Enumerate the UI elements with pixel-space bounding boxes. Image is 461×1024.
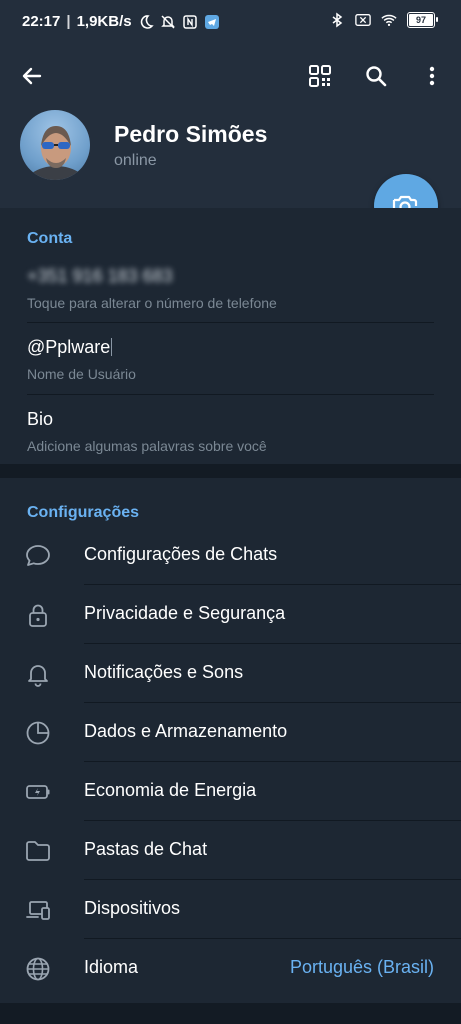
settings-item-power-saving[interactable]: Economia de Energia <box>0 762 461 821</box>
search-icon <box>366 66 387 87</box>
settings-item-devices[interactable]: Dispositivos <box>0 880 461 939</box>
bell-icon <box>28 665 48 687</box>
arrow-left-icon <box>22 67 42 85</box>
settings-item-chats[interactable]: Configurações de Chats <box>0 526 461 585</box>
back-button[interactable] <box>10 54 54 98</box>
profile-name: Pedro Simões <box>114 121 268 147</box>
nfc-icon <box>182 14 197 29</box>
username-hint: Nome de Usuário <box>27 366 136 382</box>
username-item[interactable]: @Pplware Nome de Usuário <box>0 323 461 394</box>
phone-number: +351 916 183 683 <box>27 266 173 286</box>
profile-status: online <box>114 152 157 169</box>
phone-number-hint: Toque para alterar o número de telefone <box>27 295 277 311</box>
globe-icon <box>26 957 50 981</box>
settings-section-title: Configurações <box>27 504 140 521</box>
no-sim-icon <box>355 14 371 26</box>
pie-chart-icon <box>26 721 50 745</box>
telegram-icon <box>204 14 219 29</box>
settings-item-chat-folders[interactable]: Pastas de Chat <box>0 821 461 880</box>
section-gap <box>0 464 461 478</box>
settings-item-label: Dados e Armazenamento <box>84 721 288 741</box>
settings-item-notifications[interactable]: Notificações e Sons <box>0 644 461 703</box>
settings-item-label: Configurações de Chats <box>84 544 278 564</box>
more-vertical-icon <box>429 66 435 86</box>
chat-bubble-icon <box>26 545 50 566</box>
settings-item-label: Notificações e Sons <box>84 662 244 682</box>
settings-item-label: Pastas de Chat <box>84 839 208 859</box>
search-button[interactable] <box>354 54 398 98</box>
username: @Pplware <box>27 337 113 358</box>
avatar[interactable] <box>20 110 90 180</box>
account-section: Conta +351 916 183 683 Toque para altera… <box>0 208 461 464</box>
status-time: 22:17 <box>22 13 61 30</box>
settings-item-label: Idioma <box>84 957 139 977</box>
bio-item[interactable]: Bio Adicione algumas palavras sobre você <box>0 395 461 464</box>
wifi-icon <box>381 14 397 27</box>
language-value: Português (Brasil) <box>289 957 434 977</box>
username-text: @Pplware <box>27 337 111 357</box>
moon-icon <box>140 14 154 29</box>
avatar-portrait <box>25 126 87 180</box>
status-network-speed: 1,9KB/s <box>76 13 132 30</box>
battery-saver-icon <box>26 785 50 799</box>
settings-item-privacy[interactable]: Privacidade e Segurança <box>0 585 461 644</box>
lock-icon <box>29 604 47 627</box>
bluetooth-icon <box>332 12 343 28</box>
battery-indicator: 97 <box>407 12 438 28</box>
settings-item-language[interactable]: Idioma Português (Brasil) <box>0 939 461 998</box>
settings-item-label: Dispositivos <box>84 898 181 918</box>
qr-code-icon <box>309 65 331 87</box>
settings-section: Configurações Configurações de Chats Pri… <box>0 478 461 1003</box>
text-cursor <box>111 338 113 356</box>
devices-icon <box>26 901 50 920</box>
settings-item-label: Privacidade e Segurança <box>84 603 286 623</box>
status-bar: 22:17 | 1,9KB/s 97 <box>0 0 461 46</box>
phone-number-item[interactable]: +351 916 183 683 Toque para alterar o nú… <box>0 252 461 322</box>
qr-code-button[interactable] <box>298 54 342 98</box>
status-right: 97 <box>329 12 438 28</box>
settings-item-label: Economia de Energia <box>84 780 257 800</box>
bio-hint: Adicione algumas palavras sobre você <box>27 438 267 454</box>
status-left: 22:17 | 1,9KB/s <box>22 13 220 30</box>
battery-percent: 97 <box>415 15 426 25</box>
folder-icon <box>26 841 50 861</box>
more-options-button[interactable] <box>410 54 454 98</box>
settings-item-data-storage[interactable]: Dados e Armazenamento <box>0 703 461 762</box>
account-section-title: Conta <box>27 230 73 247</box>
section-gap <box>0 1003 461 1024</box>
bio-label: Bio <box>27 409 54 429</box>
bell-off-icon <box>160 14 175 29</box>
